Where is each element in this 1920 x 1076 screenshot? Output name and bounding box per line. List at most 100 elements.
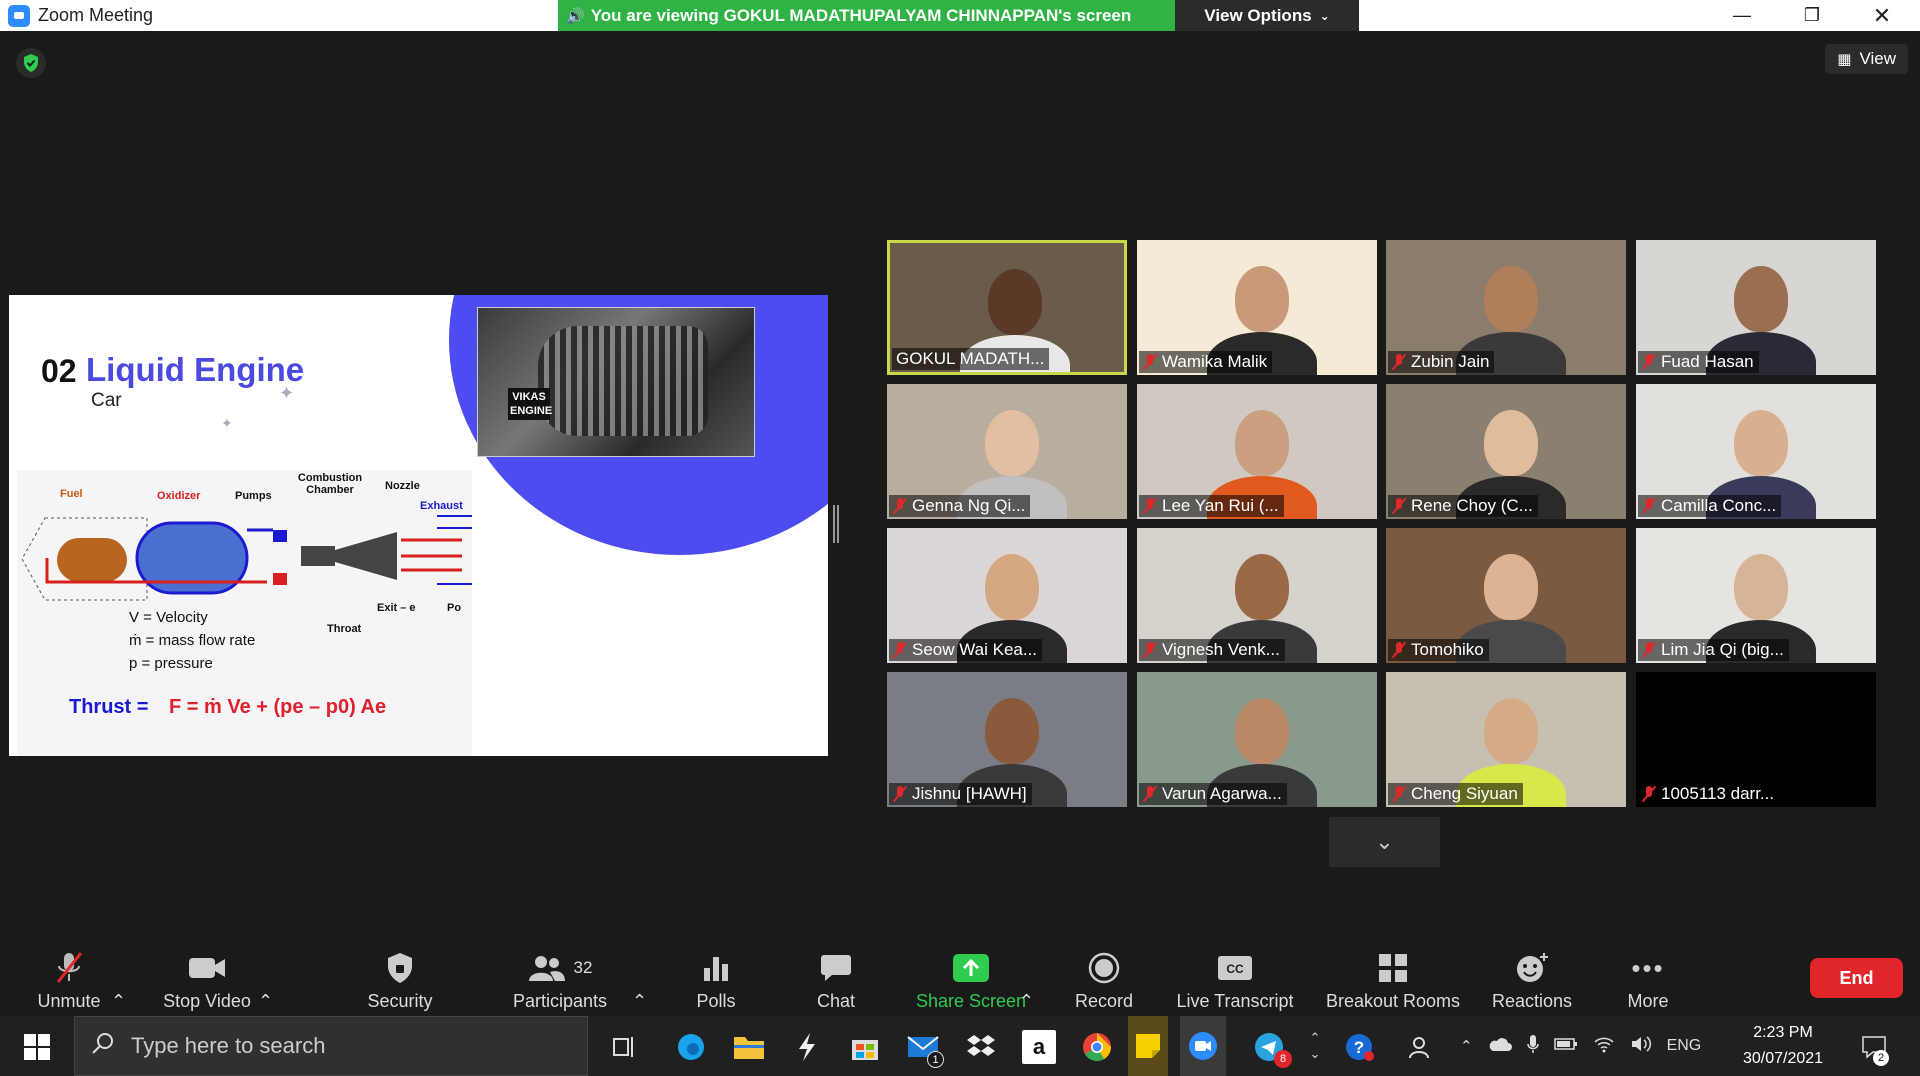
tray-chevron-icon[interactable]: ⌃: [1460, 1037, 1473, 1055]
participant-name-tag: Lee Yan Rui (...: [1139, 495, 1284, 517]
mic-muted-icon: [893, 642, 907, 658]
record-label: Record: [1074, 991, 1134, 1011]
chat-button[interactable]: Chat: [796, 940, 876, 1016]
participant-video-tile[interactable]: GOKUL MADATH...: [887, 240, 1127, 375]
participant-video-tile[interactable]: Genna Ng Qi...: [887, 384, 1127, 519]
people-icon[interactable]: [1402, 1030, 1436, 1064]
participant-video-tile[interactable]: Tomohiko: [1386, 528, 1626, 663]
shared-screen: VIKAS ENGINE 02 Liquid Engine Car ✦ ✦ Fu…: [9, 295, 828, 756]
combustion-chamber-label: Combustion Chamber: [297, 472, 363, 496]
record-button[interactable]: Record: [1064, 940, 1144, 1016]
view-options-label: View Options: [1204, 5, 1312, 25]
video-options-caret[interactable]: ⌃: [258, 940, 273, 1016]
chat-bubble-icon: [820, 951, 852, 985]
encryption-shield-icon[interactable]: [16, 48, 46, 78]
taskbar-clock[interactable]: 2:23 PM 30/07/2021: [1728, 1020, 1838, 1072]
edge-icon[interactable]: [674, 1030, 708, 1064]
participant-face: [1235, 698, 1289, 764]
onedrive-icon[interactable]: [1488, 1036, 1512, 1057]
participant-name: Tomohiko: [1411, 640, 1484, 659]
participant-video-tile[interactable]: Cheng Siyuan: [1386, 672, 1626, 807]
participant-face: [985, 410, 1039, 476]
participant-video-tile[interactable]: Vignesh Venk...: [1137, 528, 1377, 663]
help-icon[interactable]: ?: [1342, 1030, 1376, 1064]
wifi-icon[interactable]: [1593, 1035, 1615, 1058]
participant-name-tag: Genna Ng Qi...: [889, 495, 1031, 517]
participant-video-tile[interactable]: Jishnu [HAWH]: [887, 672, 1127, 807]
breakout-rooms-label: Breakout Rooms: [1325, 991, 1461, 1011]
microphone-icon[interactable]: [1526, 1034, 1539, 1059]
taskbar-search-box[interactable]: Type here to search: [74, 1016, 588, 1076]
view-button[interactable]: ▦ View: [1825, 44, 1908, 74]
fuel-label: Fuel: [60, 488, 83, 500]
breakout-rooms-button[interactable]: Breakout Rooms: [1318, 940, 1468, 1016]
participant-video-tile[interactable]: Fuad Hasan: [1636, 240, 1876, 375]
share-screen-label: Share Screen: [915, 991, 1027, 1011]
participant-video-tile[interactable]: Lim Jia Qi (big...: [1636, 528, 1876, 663]
amazon-icon[interactable]: a: [1022, 1030, 1056, 1064]
mic-muted-icon: [54, 951, 84, 985]
audio-options-caret[interactable]: ⌃: [111, 940, 126, 1016]
participant-video-tile[interactable]: Varun Agarwa...: [1137, 672, 1377, 807]
speaker-icon: 🔊: [566, 7, 585, 25]
participant-video-tile[interactable]: Seow Wai Kea...: [887, 528, 1127, 663]
grid-icon: ▦: [1837, 51, 1852, 68]
participant-name: Rene Choy (C...: [1411, 496, 1533, 515]
nozzle-label: Nozzle: [385, 480, 420, 492]
reactions-label: Reactions: [1491, 991, 1573, 1011]
stop-video-button[interactable]: Stop Video: [152, 940, 262, 1016]
cursor-app-icon[interactable]: [790, 1030, 824, 1064]
store-icon[interactable]: [848, 1030, 882, 1064]
participant-video-tile[interactable]: Rene Choy (C...: [1386, 384, 1626, 519]
participant-video-tile[interactable]: Lee Yan Rui (...: [1137, 384, 1377, 519]
close-button[interactable]: ✕: [1852, 0, 1912, 31]
view-label: View: [1859, 49, 1896, 68]
clock-time: 2:23 PM: [1753, 1024, 1813, 1041]
task-view-icon[interactable]: [606, 1030, 640, 1064]
diagram-legend: V = Velocity ṁ = mass flow rate p = pres…: [129, 606, 255, 675]
unmute-button[interactable]: Unmute: [24, 940, 114, 1016]
window-title: Zoom Meeting: [38, 5, 154, 25]
end-meeting-button[interactable]: End: [1810, 958, 1903, 998]
file-explorer-icon[interactable]: [732, 1030, 766, 1064]
taskbar-scroll-arrows[interactable]: ⌃ ⌄: [1303, 1016, 1327, 1076]
participant-name-tag: Cheng Siyuan: [1388, 783, 1523, 805]
volume-icon[interactable]: [1630, 1035, 1652, 1058]
sticky-notes-icon[interactable]: [1128, 1016, 1168, 1076]
restore-button[interactable]: ❐: [1782, 0, 1842, 31]
view-options-button[interactable]: View Options ⌄: [1175, 0, 1359, 31]
polls-button[interactable]: Polls: [676, 940, 756, 1016]
notifications-icon[interactable]: 2: [1857, 1030, 1891, 1066]
reactions-button[interactable]: Reactions: [1482, 940, 1582, 1016]
participant-video-tile[interactable]: Wamika Malik: [1137, 240, 1377, 375]
participants-button[interactable]: 32 Participants: [505, 940, 615, 1016]
more-button[interactable]: ••• More: [1608, 940, 1688, 1016]
mic-muted-icon: [1392, 354, 1406, 370]
mic-muted-icon: [1392, 498, 1406, 514]
split-resize-handle[interactable]: [833, 505, 839, 543]
telegram-icon[interactable]: 8: [1252, 1030, 1292, 1068]
participants-icon: [528, 956, 565, 981]
participant-video-tile[interactable]: Zubin Jain: [1386, 240, 1626, 375]
security-button[interactable]: Security: [355, 940, 445, 1016]
mail-icon[interactable]: 1: [906, 1030, 944, 1068]
participants-options-caret[interactable]: ⌃: [632, 940, 647, 1016]
chevron-down-icon: ⌄: [1319, 8, 1330, 23]
share-screen-button[interactable]: Share Screen: [911, 940, 1031, 1016]
language-indicator[interactable]: ENG: [1667, 1037, 1702, 1055]
share-options-caret[interactable]: ⌃: [1019, 940, 1034, 1016]
participant-video-tile[interactable]: Camilla Conc...: [1636, 384, 1876, 519]
dropbox-icon[interactable]: [964, 1030, 998, 1064]
participant-name: Wamika Malik: [1162, 352, 1268, 371]
live-transcript-button[interactable]: CC Live Transcript: [1170, 940, 1300, 1016]
viewing-banner: 🔊 You are viewing GOKUL MADATHUPALYAM CH…: [558, 0, 1175, 31]
windows-start-icon[interactable]: [20, 1030, 54, 1064]
chrome-icon[interactable]: [1080, 1030, 1114, 1064]
participant-name: Varun Agarwa...: [1162, 784, 1282, 803]
zoom-taskbar-icon[interactable]: [1180, 1016, 1226, 1076]
participant-name: Lee Yan Rui (...: [1162, 496, 1279, 515]
gallery-expand-button[interactable]: ⌄: [1329, 817, 1440, 867]
minimize-button[interactable]: —: [1712, 0, 1772, 31]
battery-icon[interactable]: [1553, 1037, 1578, 1056]
participant-video-tile[interactable]: 1005113 darr...: [1636, 672, 1876, 807]
